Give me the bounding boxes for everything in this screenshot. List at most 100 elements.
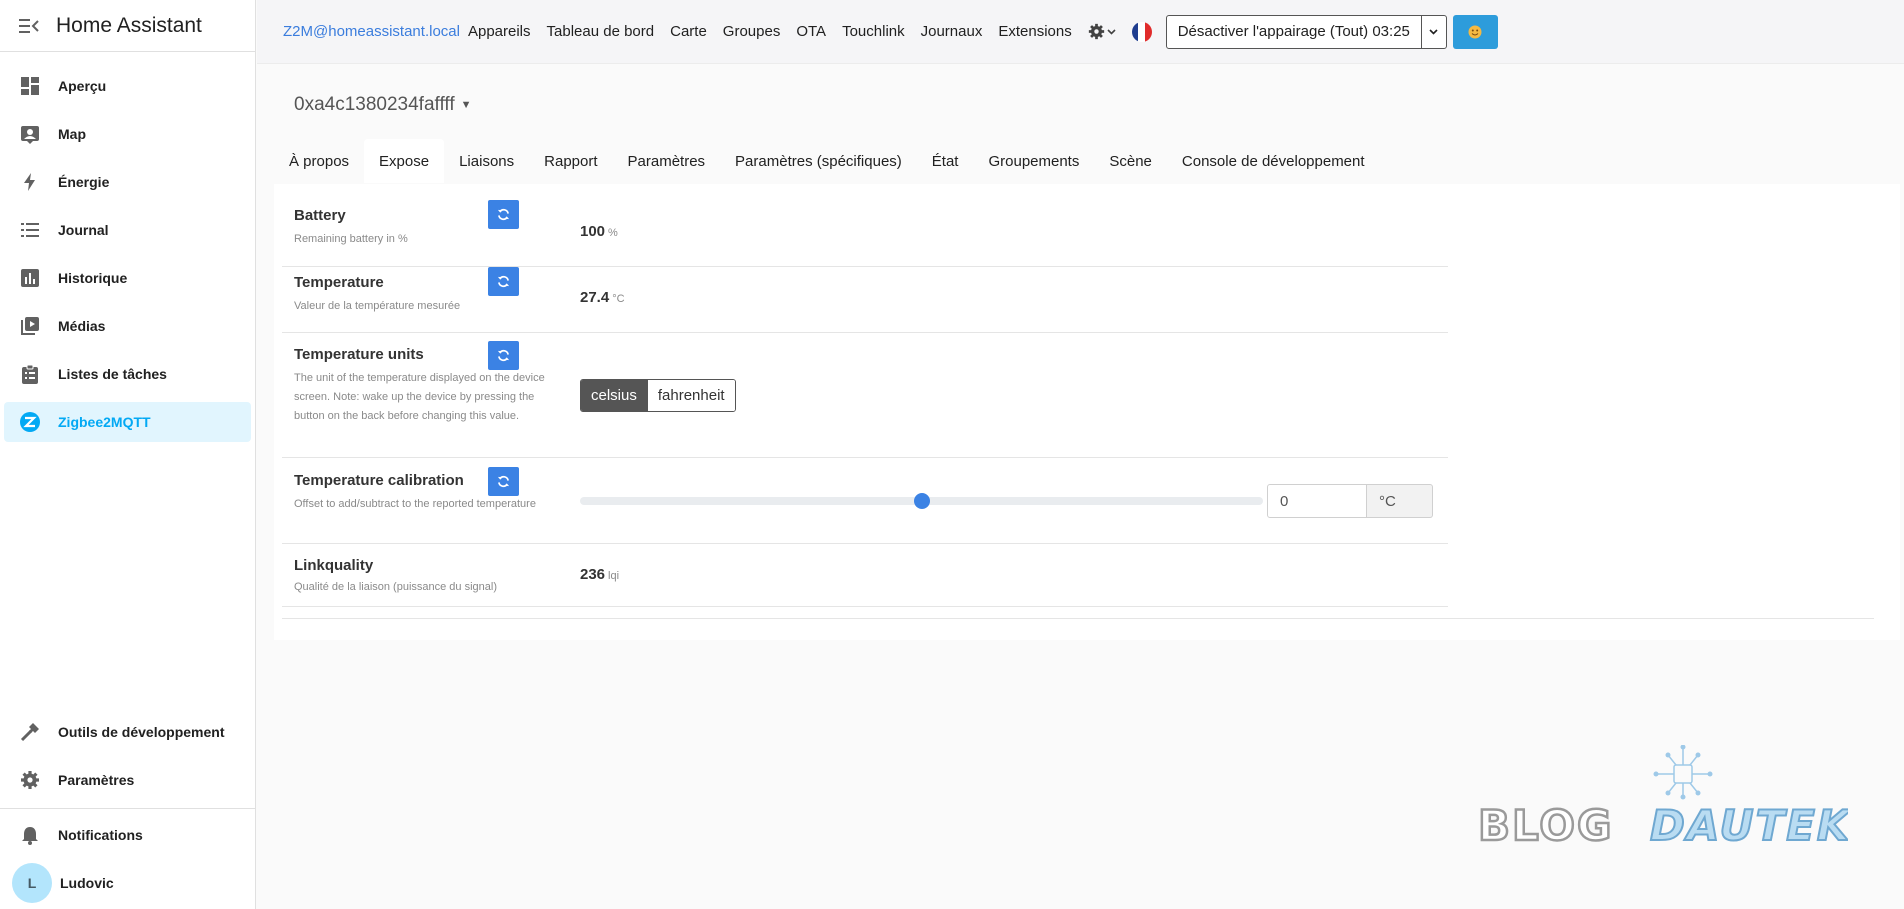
sidebar-item-apercu[interactable]: Aperçu [4, 66, 251, 106]
expose-row-temperature: Temperature Valeur de la température mes… [282, 267, 1448, 333]
tab-a-propos[interactable]: À propos [274, 139, 364, 183]
refresh-button[interactable] [488, 200, 519, 229]
sidebar-header: Home Assistant [0, 0, 255, 52]
expose-label: Battery [294, 207, 346, 224]
play-box-multiple-icon [18, 314, 42, 338]
nav-appareils[interactable]: Appareils [468, 23, 531, 40]
sidebar-item-label: Journal [58, 222, 109, 238]
device-tabs: À propos Expose Liaisons Rapport Paramèt… [274, 139, 1380, 183]
expose-value: 27.4 [580, 289, 610, 306]
sidebar-item-label: Map [58, 126, 86, 142]
blog-dautek-watermark-logo: BLOG DAUTEK [1477, 744, 1852, 851]
tab-rapport[interactable]: Rapport [529, 139, 612, 183]
menu-collapse-icon[interactable] [18, 15, 40, 37]
option-fahrenheit[interactable]: fahrenheit [646, 380, 735, 411]
expose-row-temperature-units: Temperature units The unit of the temper… [282, 333, 1448, 458]
watermark-dautek-text: DAUTEK [1650, 801, 1848, 845]
expose-description: Offset to add/subtract to the reported t… [294, 498, 536, 510]
expose-card: Battery Remaining battery in % 100% Temp… [274, 184, 1900, 640]
bell-icon [18, 823, 42, 847]
smiley-icon [1468, 25, 1482, 38]
settings-dropdown[interactable] [1088, 23, 1116, 40]
expose-description: Qualité de la liaison (puissance du sign… [294, 581, 498, 593]
linkquality-value: 236 lqi [580, 566, 619, 583]
nav-tableau-de-bord[interactable]: Tableau de bord [547, 23, 655, 40]
hammer-icon [18, 720, 42, 744]
lightning-bolt-icon [18, 170, 42, 194]
tab-expose[interactable]: Expose [364, 139, 445, 183]
expose-label: Temperature [294, 274, 384, 291]
temperature-value: 27.4 °C [580, 289, 625, 306]
refresh-icon [497, 475, 510, 488]
sidebar-item-user[interactable]: L Ludovic [4, 863, 251, 903]
watermark-blog-text: BLOG [1478, 801, 1613, 845]
nav-journaux[interactable]: Journaux [921, 23, 983, 40]
calibration-slider[interactable] [580, 493, 1263, 509]
format-list-icon [18, 218, 42, 242]
disable-pairing-button[interactable]: Désactiver l'appairage (Tout) 03:25 [1167, 15, 1422, 48]
cog-icon [1088, 23, 1104, 40]
calibration-unit: °C [1367, 484, 1433, 518]
expose-list: Battery Remaining battery in % 100% Temp… [282, 200, 1448, 607]
expose-description: Remaining battery in % [294, 233, 408, 245]
device-select[interactable]: 0xa4c1380234faffff ▼ [294, 94, 472, 116]
expose-value: 100 [580, 223, 606, 240]
sidebar-item-zigbee2mqtt[interactable]: Zigbee2MQTT [4, 402, 251, 442]
sidebar-item-energie[interactable]: Énergie [4, 162, 251, 202]
nav-carte[interactable]: Carte [670, 23, 707, 40]
map-account-icon [18, 122, 42, 146]
refresh-button[interactable] [488, 341, 519, 370]
sidebar-item-journal[interactable]: Journal [4, 210, 251, 250]
sidebar-item-parametres[interactable]: Paramètres [4, 760, 251, 800]
device-name: 0xa4c1380234faffff [294, 94, 455, 115]
nav-ota[interactable]: OTA [796, 23, 826, 40]
french-flag-icon[interactable] [1131, 21, 1152, 42]
expose-unit: % [608, 227, 618, 239]
sidebar-item-map[interactable]: Map [4, 114, 251, 154]
sidebar-item-medias[interactable]: Médias [4, 306, 251, 346]
pairing-button-group: Désactiver l'appairage (Tout) 03:25 [1165, 14, 1447, 49]
expose-unit: °C [612, 293, 625, 305]
chevron-down-icon [1107, 28, 1116, 35]
tab-console-de-developpement[interactable]: Console de développement [1167, 139, 1380, 183]
slider-thumb[interactable] [913, 493, 930, 509]
expose-description: Valeur de la température mesurée [294, 300, 461, 312]
caret-down-icon: ▼ [460, 99, 472, 111]
sidebar-item-label: Notifications [58, 827, 143, 843]
sidebar-item-label: Paramètres [58, 772, 135, 788]
theme-emoji-button[interactable] [1452, 14, 1498, 49]
sidebar-item-listes-de-taches[interactable]: Listes de tâches [4, 354, 251, 394]
tab-liaisons[interactable]: Liaisons [444, 139, 529, 183]
nav-touchlink[interactable]: Touchlink [842, 23, 905, 40]
sidebar-item-outils-de-developpement[interactable]: Outils de développement [4, 712, 251, 752]
sidebar-item-notifications[interactable]: Notifications [4, 815, 251, 855]
sidebar-item-label: Historique [58, 270, 128, 286]
dashboard-icon [18, 74, 42, 98]
sidebar-item-label: Médias [58, 318, 106, 334]
expose-label: Temperature units [294, 346, 424, 363]
expose-row-battery: Battery Remaining battery in % 100% [282, 200, 1448, 267]
option-celsius[interactable]: celsius [581, 380, 647, 411]
tab-parametres[interactable]: Paramètres [613, 139, 721, 183]
nav-groupes[interactable]: Groupes [723, 23, 781, 40]
sidebar-item-historique[interactable]: Historique [4, 258, 251, 298]
refresh-button[interactable] [488, 467, 519, 496]
tab-parametres-specifiques[interactable]: Paramètres (spécifiques) [720, 139, 917, 183]
refresh-button[interactable] [488, 267, 519, 296]
chart-box-icon [18, 266, 42, 290]
expose-label: Linkquality [294, 557, 374, 574]
circuit-chip-icon: BLOG DAUTEK [1477, 744, 1852, 851]
sidebar-item-label: Zigbee2MQTT [58, 414, 151, 430]
expose-unit: lqi [608, 570, 620, 582]
tab-etat[interactable]: État [917, 139, 974, 183]
tab-scene[interactable]: Scène [1094, 139, 1167, 183]
sidebar-item-label: Aperçu [58, 78, 107, 94]
nav-extensions[interactable]: Extensions [998, 23, 1071, 40]
cog-icon [18, 768, 42, 792]
battery-value: 100% [580, 223, 618, 240]
calibration-input[interactable]: 0 [1267, 484, 1367, 518]
host-link[interactable]: Z2M@homeassistant.local [283, 23, 460, 40]
refresh-icon [497, 275, 510, 288]
tab-groupements[interactable]: Groupements [973, 139, 1094, 183]
pairing-dropdown-toggle[interactable] [1422, 16, 1446, 48]
